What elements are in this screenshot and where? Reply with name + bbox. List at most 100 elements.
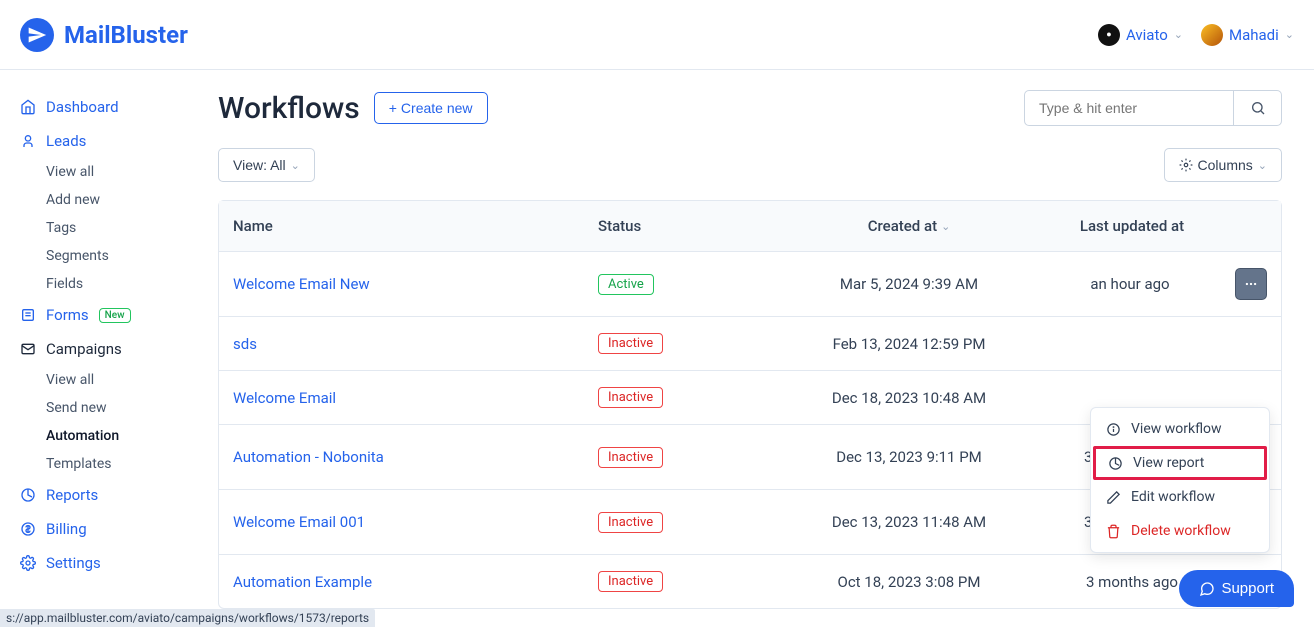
workflow-name-link[interactable]: Welcome Email New [219, 259, 584, 309]
user-menu[interactable]: Mahadi ⌄ [1201, 24, 1294, 46]
pencil-icon [1105, 489, 1121, 505]
trash-icon [1105, 523, 1121, 539]
status-badge: Inactive [598, 447, 663, 468]
th-updated[interactable]: Last updated at [1039, 201, 1225, 251]
chevron-down-icon: ⌄ [291, 159, 300, 172]
sidebar-item-leads-segments[interactable]: Segments [20, 242, 200, 270]
sidebar-item-leads[interactable]: Leads [20, 124, 200, 158]
user-icon [20, 133, 36, 149]
gear-icon [1179, 158, 1193, 172]
row-actions-menu: View workflow View report Edit workflow … [1090, 407, 1270, 553]
create-new-button[interactable]: + Create new [374, 92, 488, 124]
workflow-name-link[interactable]: Automation - Nobonita [219, 432, 584, 482]
main-content: Workflows + Create new View: All ⌄ Colum… [218, 90, 1282, 627]
nav-label: Settings [46, 554, 101, 572]
sidebar-item-settings[interactable]: Settings [20, 546, 200, 580]
created-at: Feb 13, 2024 12:59 PM [779, 319, 1039, 369]
search-input[interactable] [1024, 90, 1234, 126]
toolbar: View: All ⌄ Columns ⌄ [218, 148, 1282, 182]
created-at: Dec 13, 2023 9:11 PM [779, 432, 1039, 482]
nav-label: Leads [46, 132, 86, 150]
sidebar-item-forms[interactable]: Forms New [20, 298, 200, 332]
status-badge: Active [598, 274, 654, 295]
logo-icon [20, 18, 54, 52]
workspace-switcher[interactable]: ● Aviato ⌄ [1098, 24, 1183, 46]
menu-item-edit-workflow[interactable]: Edit workflow [1091, 480, 1269, 514]
status-badge: Inactive [598, 571, 663, 592]
created-at: Mar 5, 2024 9:39 AM [779, 259, 1039, 309]
table-row: sds Inactive Feb 13, 2024 12:59 PM [219, 317, 1281, 371]
chart-icon [20, 487, 36, 503]
table-row: Welcome Email New Active Mar 5, 2024 9:3… [219, 252, 1281, 317]
created-at: Dec 18, 2023 10:48 AM [779, 373, 1039, 423]
sidebar-item-billing[interactable]: Billing [20, 512, 200, 546]
plus-icon: + [389, 100, 397, 116]
search-button[interactable] [1234, 90, 1282, 126]
new-badge: New [99, 308, 131, 323]
page-header: Workflows + Create new [218, 90, 1282, 126]
sidebar-item-campaigns-viewall[interactable]: View all [20, 366, 200, 394]
workspace-avatar: ● [1098, 24, 1120, 46]
nav-label: Campaigns [46, 340, 122, 358]
sidebar: Dashboard Leads View all Add new Tags Se… [0, 70, 200, 627]
chevron-down-icon: ⌄ [1285, 28, 1294, 41]
brand-name: MailBluster [64, 21, 188, 49]
chevron-down-icon: ⌄ [941, 220, 950, 233]
menu-item-view-workflow[interactable]: View workflow [1091, 412, 1269, 446]
chevron-down-icon: ⌄ [1258, 159, 1267, 172]
workflow-name-link[interactable]: Welcome Email [219, 373, 584, 423]
dollar-icon [20, 521, 36, 537]
support-button[interactable]: Support [1179, 570, 1294, 607]
sidebar-item-leads-fields[interactable]: Fields [20, 270, 200, 298]
status-badge: Inactive [598, 512, 663, 533]
view-filter-button[interactable]: View: All ⌄ [218, 148, 315, 182]
th-status[interactable]: Status [584, 201, 779, 251]
workflow-name-link[interactable]: Welcome Email 001 [219, 497, 584, 547]
workspace-name: Aviato [1126, 26, 1168, 44]
sidebar-item-reports[interactable]: Reports [20, 478, 200, 512]
chart-icon [1107, 455, 1123, 471]
row-actions-button[interactable] [1235, 268, 1267, 300]
updated-at [1039, 328, 1225, 360]
sidebar-item-campaigns-sendnew[interactable]: Send new [20, 394, 200, 422]
table-row: Automation Example Inactive Oct 18, 2023… [219, 555, 1281, 608]
form-icon [20, 307, 36, 323]
nav-label: Forms [46, 306, 89, 324]
home-icon [20, 99, 36, 115]
search-icon [1250, 100, 1266, 116]
user-avatar [1201, 24, 1223, 46]
page-title: Workflows [218, 91, 360, 126]
workflow-name-link[interactable]: Automation Example [219, 557, 584, 607]
gear-icon [20, 555, 36, 571]
menu-item-view-report[interactable]: View report [1093, 446, 1267, 480]
updated-at: an hour ago [1039, 259, 1221, 309]
logo[interactable]: MailBluster [20, 18, 188, 52]
created-at: Oct 18, 2023 3:08 PM [779, 557, 1039, 607]
th-name[interactable]: Name [219, 201, 584, 251]
sidebar-item-leads-tags[interactable]: Tags [20, 214, 200, 242]
sidebar-item-leads-viewall[interactable]: View all [20, 158, 200, 186]
nav-label: Reports [46, 486, 98, 504]
info-icon [1105, 421, 1121, 437]
mail-icon [20, 341, 36, 357]
nav-label: Billing [46, 520, 87, 538]
status-badge: Inactive [598, 387, 663, 408]
th-created[interactable]: Created at ⌄ [779, 201, 1039, 251]
sidebar-item-campaigns-automation[interactable]: Automation [20, 422, 200, 450]
sidebar-item-campaigns[interactable]: Campaigns [20, 332, 200, 366]
chat-icon [1199, 581, 1215, 597]
sidebar-item-dashboard[interactable]: Dashboard [20, 90, 200, 124]
created-at: Dec 13, 2023 11:48 AM [779, 497, 1039, 547]
sidebar-item-leads-addnew[interactable]: Add new [20, 186, 200, 214]
th-actions [1225, 201, 1281, 251]
search-wrap [1024, 90, 1282, 126]
sidebar-item-campaigns-templates[interactable]: Templates [20, 450, 200, 478]
more-icon [1244, 277, 1258, 291]
nav-label: Dashboard [46, 98, 119, 116]
header: MailBluster ● Aviato ⌄ Mahadi ⌄ [0, 0, 1314, 70]
columns-button[interactable]: Columns ⌄ [1164, 148, 1282, 182]
table-head: Name Status Created at ⌄ Last updated at [219, 201, 1281, 252]
chevron-down-icon: ⌄ [1174, 28, 1183, 41]
workflow-name-link[interactable]: sds [219, 319, 584, 369]
menu-item-delete-workflow[interactable]: Delete workflow [1091, 514, 1269, 548]
